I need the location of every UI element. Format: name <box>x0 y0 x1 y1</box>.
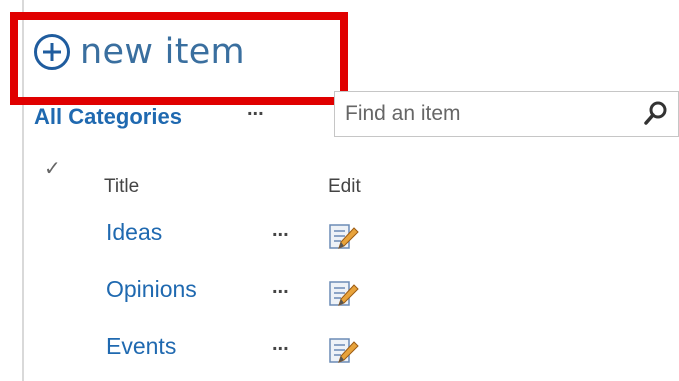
item-menu-icon[interactable]: ... <box>272 333 289 356</box>
list-item-title[interactable]: Events <box>106 333 176 360</box>
search-input[interactable] <box>335 92 640 136</box>
edit-icon[interactable] <box>327 335 359 365</box>
list-item-title[interactable]: Opinions <box>106 276 197 303</box>
list-item-title[interactable]: Ideas <box>106 219 162 246</box>
list-item: Ideas ... <box>0 219 679 276</box>
search-box[interactable] <box>334 91 679 137</box>
list-item: Opinions ... <box>0 276 679 333</box>
edit-icon[interactable] <box>327 221 359 251</box>
list-page: new item All Categories ... ✓ Title Edit… <box>0 0 679 381</box>
view-selector-all-categories[interactable]: All Categories <box>34 104 182 130</box>
column-header-title[interactable]: Title <box>104 176 139 198</box>
column-header-edit: Edit <box>328 176 361 197</box>
new-item-label[interactable]: new item <box>80 34 245 70</box>
search-icon[interactable] <box>640 98 672 130</box>
item-menu-icon[interactable]: ... <box>272 219 289 242</box>
add-circle-icon[interactable] <box>34 34 70 70</box>
view-more-options-icon[interactable]: ... <box>247 98 264 121</box>
select-all-checkmark[interactable]: ✓ <box>44 156 61 181</box>
edit-icon[interactable] <box>327 278 359 308</box>
new-item-button[interactable]: new item <box>34 30 245 74</box>
item-menu-icon[interactable]: ... <box>272 276 289 299</box>
list-item: Events ... <box>0 333 679 381</box>
